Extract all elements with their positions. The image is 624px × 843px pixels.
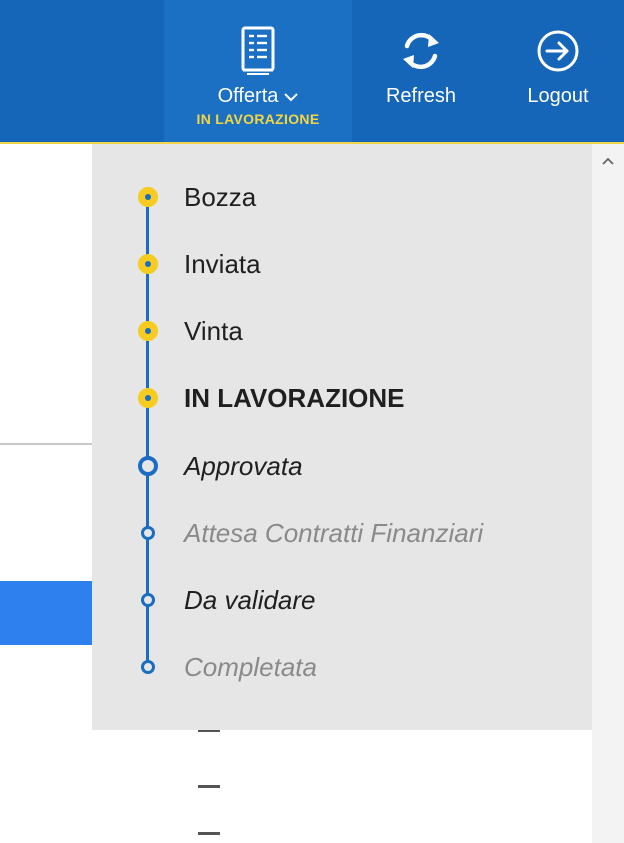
scroll-up-icon[interactable] xyxy=(592,150,624,172)
step-label: Bozza xyxy=(184,182,257,212)
scrollbar-track[interactable] xyxy=(592,144,624,843)
offerta-status-button[interactable]: Offerta IN LAVORAZIONE xyxy=(164,0,352,142)
empty-value-dash xyxy=(198,832,220,835)
status-dropdown-panel xyxy=(92,144,592,730)
document-list-icon xyxy=(233,26,283,76)
step-current-dot-icon xyxy=(138,388,158,408)
step-next-dot-icon xyxy=(138,456,158,476)
background-divider xyxy=(0,443,92,445)
step-label: IN LAVORAZIONE xyxy=(184,383,405,413)
refresh-label: Refresh xyxy=(385,85,457,107)
step-label: Approvata xyxy=(184,451,303,481)
status-step-da-validare[interactable]: Da validare xyxy=(130,580,570,620)
refresh-icon xyxy=(396,26,446,76)
offerta-status-text: IN LAVORAZIONE xyxy=(196,111,320,127)
status-step-approvata[interactable]: Approvata xyxy=(130,446,570,486)
app-root: Offerta IN LAVORAZIONE Refresh Logout Bo… xyxy=(0,0,624,843)
status-step-completata[interactable]: Completata xyxy=(130,647,570,687)
chevron-down-icon xyxy=(284,84,299,108)
step-label: Da validare xyxy=(184,585,316,615)
step-pending-dot-icon xyxy=(141,593,155,607)
status-step-attesa-contratti-finanziari[interactable]: Attesa Contratti Finanziari xyxy=(130,513,570,553)
offerta-label: Offerta xyxy=(217,85,279,107)
status-step-in-lavorazione[interactable]: IN LAVORAZIONE xyxy=(130,378,570,418)
background-selected-row[interactable] xyxy=(0,581,92,645)
logout-button[interactable]: Logout xyxy=(498,0,618,142)
refresh-button[interactable]: Refresh xyxy=(362,0,480,142)
step-label: Attesa Contratti Finanziari xyxy=(184,518,484,548)
step-pending-dot-icon xyxy=(141,660,155,674)
step-label: Completata xyxy=(184,652,317,682)
empty-value-dash xyxy=(198,785,220,788)
step-done-dot-icon xyxy=(138,187,158,207)
step-pending-dot-icon xyxy=(141,526,155,540)
step-done-dot-icon xyxy=(138,321,158,341)
status-step-inviata[interactable]: Inviata xyxy=(130,244,570,284)
logout-label: Logout xyxy=(527,85,589,107)
status-step-bozza[interactable]: Bozza xyxy=(130,177,570,217)
step-done-dot-icon xyxy=(138,254,158,274)
step-label: Vinta xyxy=(184,316,243,346)
status-step-vinta[interactable]: Vinta xyxy=(130,311,570,351)
step-label: Inviata xyxy=(184,249,261,279)
logout-icon xyxy=(533,26,583,76)
